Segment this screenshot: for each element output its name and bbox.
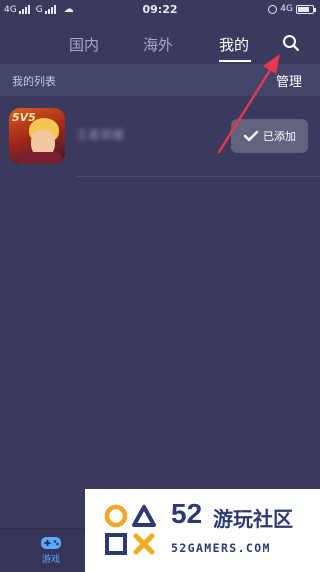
logo-shapes-icon <box>104 504 156 555</box>
my-list-title: 我的列表 <box>12 75 56 88</box>
logo-name: 游玩社区 <box>213 507 293 531</box>
logo-site: 52GAMERS.COM <box>171 541 271 555</box>
tab-domestic[interactable]: 国内 <box>69 34 99 55</box>
search-icon <box>283 35 300 52</box>
battery-icon <box>296 4 316 14</box>
manage-button[interactable]: 管理 <box>276 71 302 90</box>
added-button[interactable]: 已添加 <box>231 119 308 153</box>
game-name: 王者荣耀 <box>76 128 125 142</box>
tab-overseas[interactable]: 海外 <box>143 34 173 55</box>
alarm-icon <box>268 4 278 14</box>
hero-armor <box>19 152 63 164</box>
game-icon-badge: 5V5 <box>12 111 36 124</box>
top-tabs: 国内 海外 我的 <box>0 24 320 62</box>
status-right: 4G <box>268 4 316 14</box>
network-type-right: 4G <box>280 4 293 14</box>
game-app-icon: 5V5 <box>9 108 65 164</box>
watermark-logo: 52 游玩社区 52GAMERS.COM <box>85 489 320 572</box>
my-list-header: 我的列表 管理 <box>0 64 320 96</box>
list-item[interactable]: 5V5 王者荣耀 已添加 <box>0 104 320 177</box>
search-button[interactable] <box>281 33 301 53</box>
tab-mine[interactable]: 我的 <box>219 34 249 55</box>
nav-games-label: 游戏 <box>41 555 60 565</box>
nav-item-games[interactable]: 游戏 <box>40 535 62 565</box>
row-divider <box>76 176 320 177</box>
gamepad-icon <box>41 537 61 549</box>
checkmark-icon <box>243 130 259 142</box>
active-tab-indicator <box>219 60 251 62</box>
logo-number: 52 <box>171 498 203 529</box>
added-button-label: 已添加 <box>263 130 296 143</box>
status-bar: 4G G ☁ 09:22 4G <box>0 0 320 20</box>
